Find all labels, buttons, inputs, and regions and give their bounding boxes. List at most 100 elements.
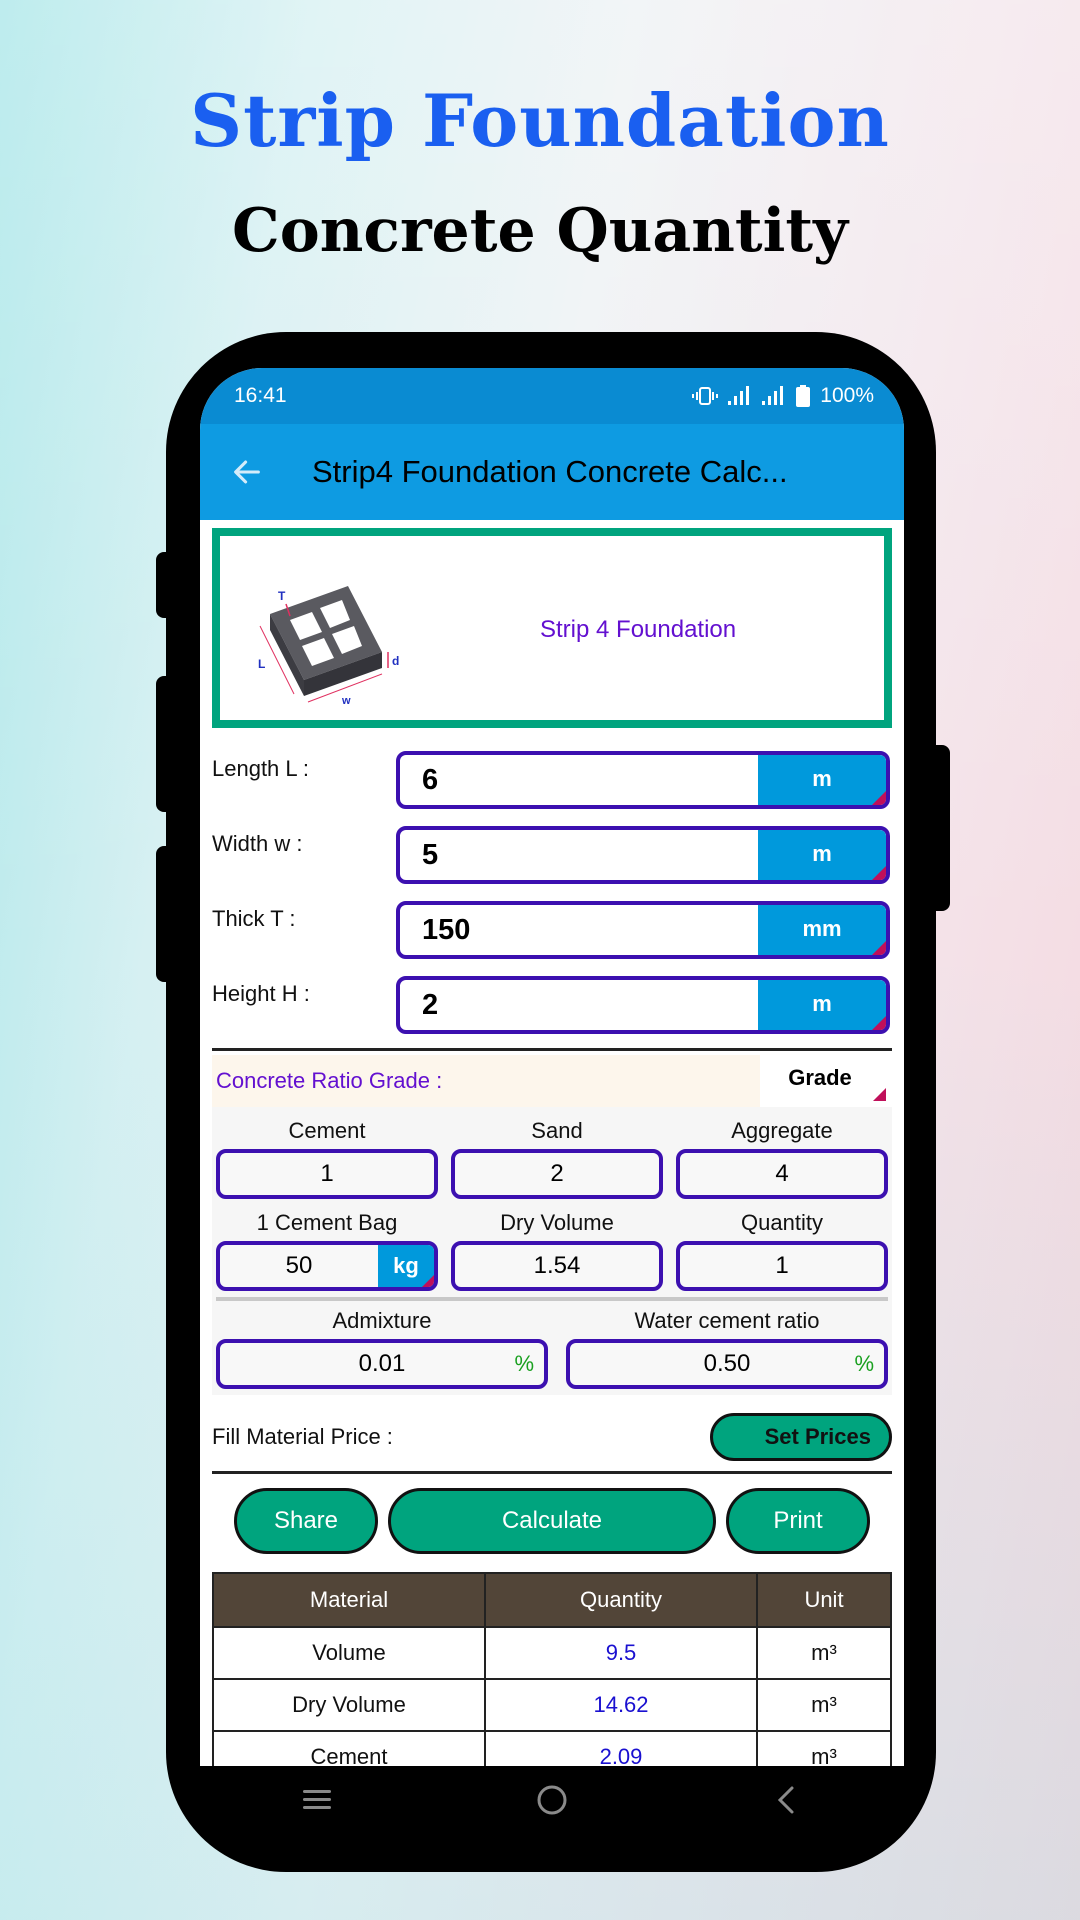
material-cell: Dry Volume (212, 1678, 486, 1732)
dry-volume-input[interactable]: 1.54 (451, 1241, 663, 1291)
water-cement-unit: % (854, 1351, 874, 1376)
bag-unit-select[interactable]: kg (378, 1245, 434, 1287)
admixture-unit: % (514, 1351, 534, 1376)
print-button[interactable]: Print (726, 1488, 870, 1554)
promo-title: Strip Foundation (190, 78, 890, 163)
extras-row: Admixture 0.01 % Water cement ratio 0.50… (216, 1301, 888, 1389)
diagram-label-l: L (258, 657, 265, 671)
aggregate-label: Aggregate (731, 1118, 833, 1143)
aggregate-ratio-input[interactable]: 4 (676, 1149, 888, 1199)
quantity-cell: 2.09 (484, 1730, 758, 1766)
thickness-input[interactable]: 150 (400, 905, 758, 955)
height-label: Height H : (212, 981, 310, 1006)
mix-ratio-panel: Cement 1 Sand 2 Aggregate 4 1 Cement Bag… (212, 1107, 892, 1395)
dimension-row-width: Width w : 5 m (212, 817, 892, 892)
diagram-label-t: T (278, 589, 286, 603)
thickness-unit-select[interactable]: mm (758, 904, 886, 955)
bag-row: 1 Cement Bag 50 kg Dry Volume 1.54 Quant… (216, 1203, 888, 1291)
share-button[interactable]: Share (234, 1488, 378, 1554)
dimension-inputs: Length L : 6 m Width w : 5 m Thick T : 1… (212, 742, 892, 1042)
water-cement-input[interactable]: 0.50 (704, 1350, 751, 1377)
height-unit-select[interactable]: m (758, 979, 886, 1030)
ratio-row: Cement 1 Sand 2 Aggregate 4 (216, 1111, 888, 1199)
set-prices-button[interactable]: Set Prices (710, 1413, 892, 1461)
diagram-label-w: w (341, 695, 351, 707)
table-row: Cement 2.09 m³ (212, 1730, 892, 1766)
dropdown-corner-icon (872, 1015, 886, 1030)
price-row: Fill Material Price : Set Prices (212, 1403, 892, 1471)
back-icon[interactable] (767, 1780, 807, 1820)
foundation-type-label: Strip 4 Foundation (540, 616, 737, 643)
sand-label: Sand (531, 1118, 583, 1143)
quantity-input[interactable]: 1 (676, 1241, 888, 1291)
admixture-input[interactable]: 0.01 (359, 1350, 406, 1377)
width-field[interactable]: 5 m (396, 825, 890, 884)
admixture-field[interactable]: 0.01 % (216, 1339, 548, 1389)
recents-icon[interactable] (297, 1780, 337, 1820)
grade-row: Concrete Ratio Grade : Grade (212, 1055, 892, 1107)
divider (212, 1471, 892, 1474)
diagram-label-d: d (392, 654, 399, 668)
width-unit-select[interactable]: m (758, 829, 886, 880)
thickness-unit: mm (802, 915, 842, 941)
water-cement-field[interactable]: 0.50 % (566, 1339, 888, 1389)
height-unit: m (812, 990, 832, 1016)
height-input[interactable]: 2 (400, 980, 758, 1030)
material-cell: Volume (212, 1626, 486, 1680)
dropdown-corner-icon (873, 1088, 886, 1101)
table-header-row: Material Quantity Unit (212, 1572, 892, 1628)
dropdown-corner-icon (872, 940, 886, 955)
width-unit: m (812, 840, 832, 866)
length-label: Length L : (212, 756, 310, 781)
length-input[interactable]: 6 (400, 755, 758, 805)
status-icons: 100% (692, 384, 874, 408)
grade-dropdown[interactable]: Grade (760, 1055, 892, 1107)
width-label: Width w : (212, 831, 303, 856)
divider (212, 1048, 892, 1051)
battery-icon (796, 385, 811, 407)
height-field[interactable]: 2 m (396, 975, 890, 1034)
unit-cell: m³ (756, 1678, 892, 1732)
length-unit: m (812, 765, 832, 791)
cement-bag-label: 1 Cement Bag (256, 1210, 398, 1235)
signal-icon (728, 386, 750, 405)
navigation-bar (200, 1766, 904, 1834)
quantity-cell: 9.5 (484, 1626, 758, 1680)
status-bar: 16:41 100% (200, 368, 904, 424)
foundation-diagram: T L w d (258, 586, 399, 707)
length-field[interactable]: 6 m (396, 750, 890, 809)
thickness-label: Thick T : (212, 906, 296, 931)
quantity-cell: 14.62 (484, 1678, 758, 1732)
table-row: Dry Volume 14.62 m³ (212, 1678, 892, 1732)
battery-percent: 100% (820, 384, 874, 407)
phone-screen: 16:41 100% Strip4 Foundation Concrete Ca… (200, 368, 904, 1766)
dimension-row-length: Length L : 6 m (212, 742, 892, 817)
home-icon[interactable] (532, 1780, 572, 1820)
header-quantity: Quantity (484, 1572, 758, 1628)
width-input[interactable]: 5 (400, 830, 758, 880)
status-time: 16:41 (234, 384, 287, 407)
cement-bag-field[interactable]: 50 kg (216, 1241, 438, 1291)
length-unit-select[interactable]: m (758, 754, 886, 805)
admixture-label: Admixture (332, 1308, 432, 1333)
cement-label: Cement (288, 1118, 366, 1143)
water-cement-label: Water cement ratio (634, 1308, 820, 1333)
sand-ratio-input[interactable]: 2 (451, 1149, 663, 1199)
header-unit: Unit (756, 1572, 892, 1628)
signal-icon (762, 386, 784, 405)
cement-ratio-input[interactable]: 1 (216, 1149, 438, 1199)
dry-volume-label: Dry Volume (500, 1210, 614, 1235)
quantity-label: Quantity (741, 1210, 823, 1235)
table-row: Volume 9.5 m³ (212, 1626, 892, 1680)
arrow-left-icon[interactable] (230, 455, 264, 489)
dimension-row-thickness: Thick T : 150 mm (212, 892, 892, 967)
app-bar: Strip4 Foundation Concrete Calc... (200, 424, 904, 520)
fill-price-label: Fill Material Price : (212, 1424, 393, 1449)
content: T L w d Strip 4 Foundation Length L : 6 … (200, 528, 904, 1766)
header-material: Material (212, 1572, 486, 1628)
app-title: Strip4 Foundation Concrete Calc... (312, 454, 788, 489)
calculate-button[interactable]: Calculate (388, 1488, 716, 1554)
cement-bag-input[interactable]: 50 (286, 1252, 313, 1279)
material-cell: Cement (212, 1730, 486, 1766)
thickness-field[interactable]: 150 mm (396, 900, 890, 959)
